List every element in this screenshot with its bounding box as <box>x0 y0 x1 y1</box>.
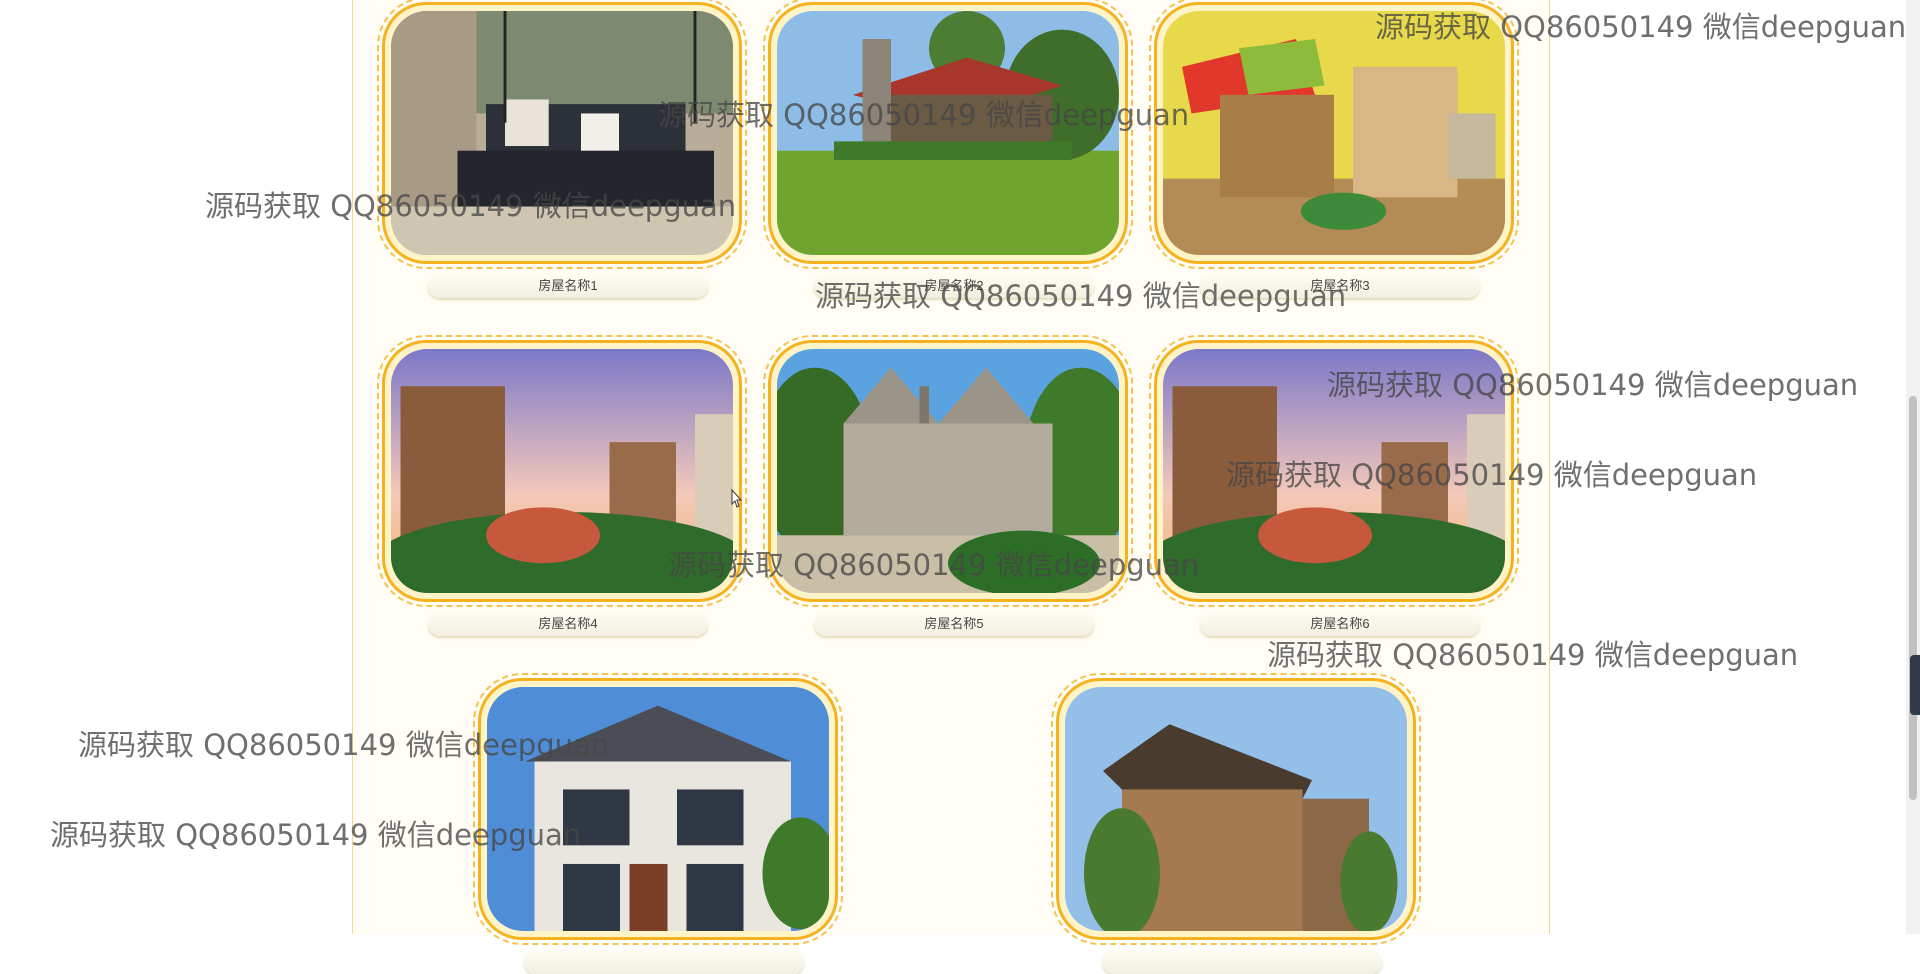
house-card-6[interactable]: 房屋名称6 <box>1149 335 1526 636</box>
house-photo[interactable] <box>777 349 1119 593</box>
scrollbar-thumb[interactable] <box>1909 396 1917 800</box>
house-photo[interactable] <box>1163 11 1505 255</box>
house-photo[interactable] <box>1163 349 1505 593</box>
house-name-label[interactable] <box>1102 950 1382 974</box>
house-name-label[interactable]: 房屋名称5 <box>814 612 1094 636</box>
house-card-1[interactable]: 房屋名称1 <box>377 0 754 298</box>
side-toolbar-tab[interactable] <box>1910 655 1920 715</box>
house-card-2[interactable]: 房屋名称2 <box>763 0 1140 298</box>
house-image-frame <box>473 673 843 945</box>
house-card-8[interactable] <box>1051 673 1428 974</box>
house-name-label[interactable] <box>524 950 804 974</box>
house-image-frame <box>763 0 1133 269</box>
house-photo[interactable] <box>391 349 733 593</box>
house-image-frame <box>377 335 747 607</box>
house-name-label[interactable]: 房屋名称4 <box>428 612 708 636</box>
house-name-label[interactable]: 房屋名称2 <box>814 274 1094 298</box>
house-name-label[interactable]: 房屋名称6 <box>1200 612 1480 636</box>
house-card-7[interactable] <box>473 673 850 974</box>
house-image-frame <box>377 0 747 269</box>
house-card-5[interactable]: 房屋名称5 <box>763 335 1140 636</box>
mouse-cursor-icon <box>731 488 743 508</box>
house-photo[interactable] <box>391 11 733 255</box>
house-photo[interactable] <box>1065 687 1407 931</box>
house-image-frame <box>763 335 1133 607</box>
vertical-scrollbar[interactable] <box>1906 0 1920 934</box>
house-image-frame <box>1149 0 1519 269</box>
house-photo[interactable] <box>777 11 1119 255</box>
house-card-4[interactable]: 房屋名称4 <box>377 335 754 636</box>
house-image-frame <box>1051 673 1421 945</box>
house-image-frame <box>1149 335 1519 607</box>
house-card-3[interactable]: 房屋名称3 <box>1149 0 1526 298</box>
house-name-label[interactable]: 房屋名称3 <box>1200 274 1480 298</box>
house-photo[interactable] <box>487 687 829 931</box>
house-name-label[interactable]: 房屋名称1 <box>428 274 708 298</box>
